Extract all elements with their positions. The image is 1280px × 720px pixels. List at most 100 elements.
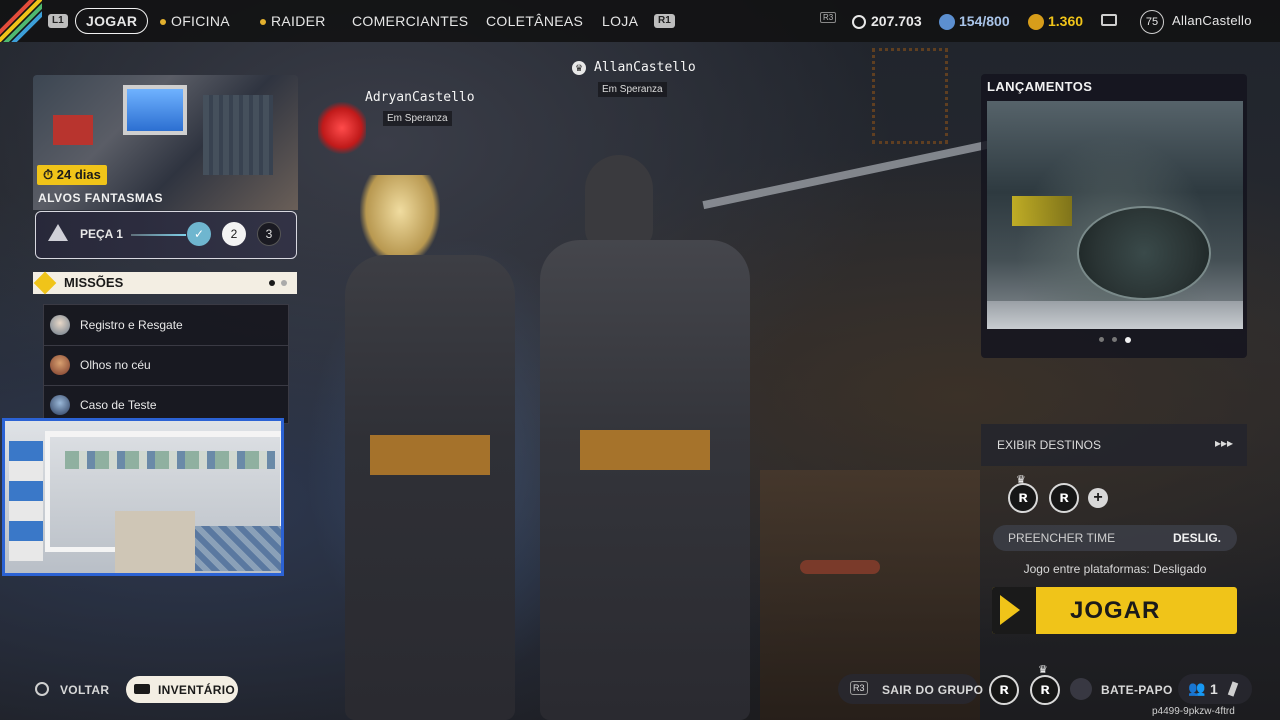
player-location-tag: Em Speranza xyxy=(383,111,452,126)
step-complete-check-icon: ✓ xyxy=(187,222,211,246)
r3-key-icon: R3 xyxy=(850,681,868,695)
back-button[interactable]: VOLTAR xyxy=(60,683,109,697)
username-label[interactable]: AllanCastello xyxy=(1172,0,1252,42)
page-dot-icon xyxy=(281,280,287,286)
missions-diamond-icon xyxy=(33,271,57,295)
coins-display: 1.360 xyxy=(1028,0,1083,42)
event-title: ALVOS FANTASMAS xyxy=(38,191,164,205)
level-badge: 75 xyxy=(1140,10,1164,34)
people-icon: 👥 xyxy=(1188,680,1206,696)
mission-item[interactable]: Registro e Resgate xyxy=(44,305,288,346)
mic-off-icon xyxy=(1227,681,1239,697)
releases-title: LANÇAMENTOS xyxy=(987,79,1093,94)
chat-label: BATE-PAPO xyxy=(1101,683,1173,697)
party-member-avatar[interactable]: ʀ xyxy=(1049,483,1079,513)
mission-avatar-icon xyxy=(50,355,70,375)
carousel-dot-icon[interactable] xyxy=(1099,337,1104,342)
curtain xyxy=(9,441,43,561)
tab-oficina-label: OFICINA xyxy=(171,13,230,29)
coins-value: 1.360 xyxy=(1048,13,1084,29)
party-button[interactable]: 👥 1 xyxy=(1178,674,1252,704)
missions-list: Registro e Resgate Olhos no céu Caso de … xyxy=(43,304,289,424)
leave-group-label: SAIR DO GRUPO xyxy=(882,683,984,697)
crossplay-status: Jogo entre plataformas: Desligado xyxy=(1023,562,1207,576)
play-button-label: JOGAR xyxy=(1070,597,1161,624)
character-body xyxy=(540,240,750,720)
yellow-light-illustration xyxy=(1012,196,1072,226)
character-right[interactable] xyxy=(530,150,760,720)
mission-item[interactable]: Olhos no céu xyxy=(44,345,288,386)
shelf-illustration xyxy=(203,95,273,175)
chat-icon xyxy=(1070,678,1092,700)
fill-team-toggle[interactable]: PREENCHER TIME DESLIG. xyxy=(993,525,1237,551)
fill-team-value: DESLIG. xyxy=(1172,531,1221,545)
show-destinations-label: EXIBIR DESTINOS xyxy=(997,438,1102,452)
show-destinations-button[interactable]: EXIBIR DESTINOS ▸▸▸ xyxy=(981,424,1247,466)
carousel-dot-icon[interactable] xyxy=(1112,337,1117,342)
event-timer: ⏱ 24 dias xyxy=(37,165,107,185)
add-member-icon[interactable]: + xyxy=(1088,488,1108,508)
notification-dot-icon xyxy=(160,19,166,26)
play-chevron-icon xyxy=(1000,595,1020,625)
coin-icon xyxy=(1028,14,1044,31)
arrows-icon: ▸▸▸ xyxy=(1215,436,1234,450)
blonde-hair xyxy=(360,175,440,265)
raider-tokens-value: 154/800 xyxy=(959,13,1010,29)
character-body xyxy=(345,255,515,720)
party-count: 1 xyxy=(1210,681,1219,697)
r1-key-icon: R1 xyxy=(654,14,675,28)
missions-header[interactable]: MISSÕES xyxy=(33,271,297,295)
player-name-tag: AdryanCastello xyxy=(365,90,475,105)
credits-icon xyxy=(852,15,866,30)
play-button[interactable]: JOGAR xyxy=(992,587,1237,634)
build-id: p4499-9pkzw-4ftrd xyxy=(1152,706,1235,717)
balaclava xyxy=(585,155,653,250)
tab-loja[interactable]: LOJA xyxy=(602,0,638,42)
tab-coletaneas[interactable]: COLETÂNEAS xyxy=(486,0,583,42)
turntable-illustration xyxy=(1077,206,1211,300)
party-member-avatar[interactable]: ʀ xyxy=(1030,675,1060,705)
tab-raider[interactable]: RAIDER xyxy=(260,0,326,42)
tab-raider-label: RAIDER xyxy=(271,13,326,29)
step-2: 2 xyxy=(222,222,246,246)
harness xyxy=(370,435,490,475)
tab-comerciantes[interactable]: COMERCIANTES xyxy=(352,0,468,42)
webcam-overlay xyxy=(2,418,284,576)
releases-image[interactable] xyxy=(987,101,1243,329)
red-light xyxy=(318,102,366,154)
character-left[interactable] xyxy=(330,175,530,720)
fill-team-label: PREENCHER TIME xyxy=(1008,531,1116,545)
harness xyxy=(580,430,710,470)
player-name-tag: AllanCastello xyxy=(594,60,696,75)
r3-key-icon: R3 xyxy=(820,12,837,23)
leave-group-button[interactable]: R3 SAIR DO GRUPO xyxy=(838,674,983,704)
page-dot-active-icon xyxy=(269,280,275,286)
raider-tokens-display: 154/800 xyxy=(939,0,1010,42)
stool xyxy=(800,560,880,574)
inventory-button[interactable]: INVENTÁRIO xyxy=(126,676,238,703)
carousel-dot-active-icon[interactable] xyxy=(1125,337,1131,343)
mail-icon[interactable] xyxy=(1101,14,1117,26)
inventory-label: INVENTÁRIO xyxy=(158,683,236,697)
monitor-illustration xyxy=(123,85,187,135)
tab-oficina[interactable]: OFICINA xyxy=(160,0,230,42)
chat-button[interactable]: BATE-PAPO xyxy=(1068,674,1172,704)
crown-icon: ♛ xyxy=(572,61,586,75)
raider-token-icon xyxy=(939,14,955,31)
tab-jogar-label: JOGAR xyxy=(86,13,138,29)
mission-label: Olhos no céu xyxy=(80,358,151,372)
party-member-avatar[interactable]: ʀ xyxy=(1008,483,1038,513)
tab-jogar[interactable]: JOGAR xyxy=(75,8,149,34)
step-3: 3 xyxy=(257,222,281,246)
party-member-avatar[interactable]: ʀ xyxy=(989,675,1019,705)
credits-display: 207.703 xyxy=(852,0,922,42)
red-box-illustration xyxy=(53,115,93,145)
leader-crown-icon: ♛ xyxy=(1038,664,1048,676)
event-card-image[interactable] xyxy=(33,75,298,210)
mission-avatar-icon xyxy=(50,315,70,335)
piece-progress[interactable]: PEÇA 1 ✓ 2 3 xyxy=(35,211,297,259)
event-days-value: 24 dias xyxy=(56,167,101,182)
mission-avatar-icon xyxy=(50,395,70,415)
leader-crown-icon: ♛ xyxy=(1016,474,1026,486)
l1-key-icon: L1 xyxy=(48,14,68,28)
